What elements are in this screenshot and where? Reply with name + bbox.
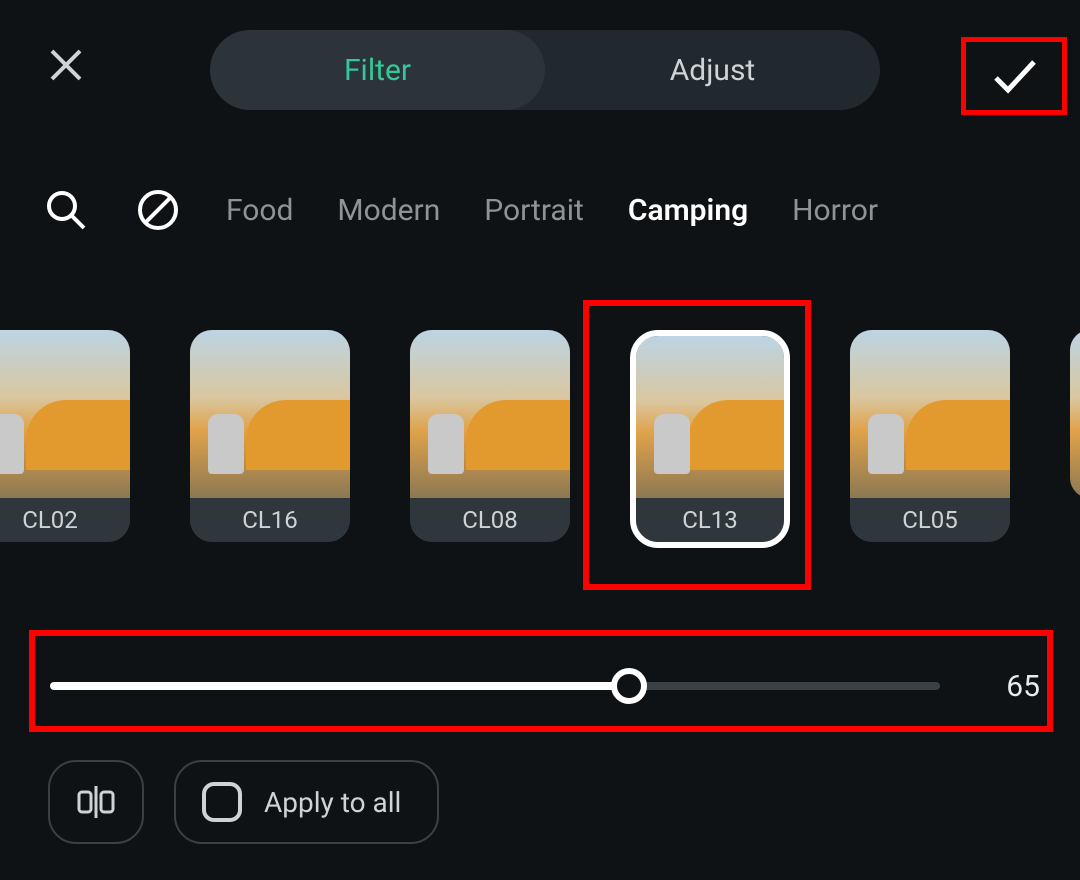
filter-label: CL02 [0,498,130,542]
filter-thumb[interactable]: CL16 [190,330,350,542]
filter-thumbnail-strip[interactable]: CL02 CL16 CL08 CL13 CL05 [0,330,1080,560]
apply-to-all-label: Apply to all [264,786,401,819]
category-portrait[interactable]: Portrait [484,193,584,228]
search-button[interactable] [42,186,90,234]
tab-filter[interactable]: Filter [210,30,545,110]
category-horror[interactable]: Horror [792,193,878,228]
apply-to-all-button[interactable]: Apply to all [174,760,439,844]
close-button[interactable] [40,39,92,91]
filter-thumb[interactable]: CL05 [850,330,1010,542]
filter-thumb[interactable]: CL02 [0,330,130,542]
filter-preview-image [0,330,130,498]
filter-thumb[interactable]: CL08 [410,330,570,542]
filter-label: CL05 [850,498,1010,542]
bottom-actions: Apply to all [48,760,439,844]
filter-category-row: Food Modern Portrait Camping Horror [0,180,1080,240]
checkbox-icon [202,782,242,822]
highlight-selected-filter [583,300,811,590]
check-icon [986,48,1042,104]
category-food[interactable]: Food [226,193,293,228]
tab-adjust[interactable]: Adjust [545,30,880,110]
mode-segmented-control: Filter Adjust [210,30,880,110]
filter-preview-image [190,330,350,498]
filter-preview-image [410,330,570,498]
filter-preview-image [850,330,1010,498]
category-modern[interactable]: Modern [337,193,440,228]
close-icon [46,45,86,85]
highlight-slider [29,630,1053,732]
no-filter-button[interactable] [134,186,182,234]
filter-preview-image [1070,330,1080,498]
category-camping[interactable]: Camping [628,193,748,228]
compare-icon [74,780,118,824]
top-bar: Filter Adjust [0,20,1080,110]
search-icon [44,188,88,232]
confirm-button[interactable] [964,40,1064,112]
filter-label: CL16 [190,498,350,542]
filter-thumb[interactable] [1070,330,1080,498]
filter-label: CL08 [410,498,570,542]
no-filter-icon [136,188,180,232]
compare-button[interactable] [48,760,144,844]
